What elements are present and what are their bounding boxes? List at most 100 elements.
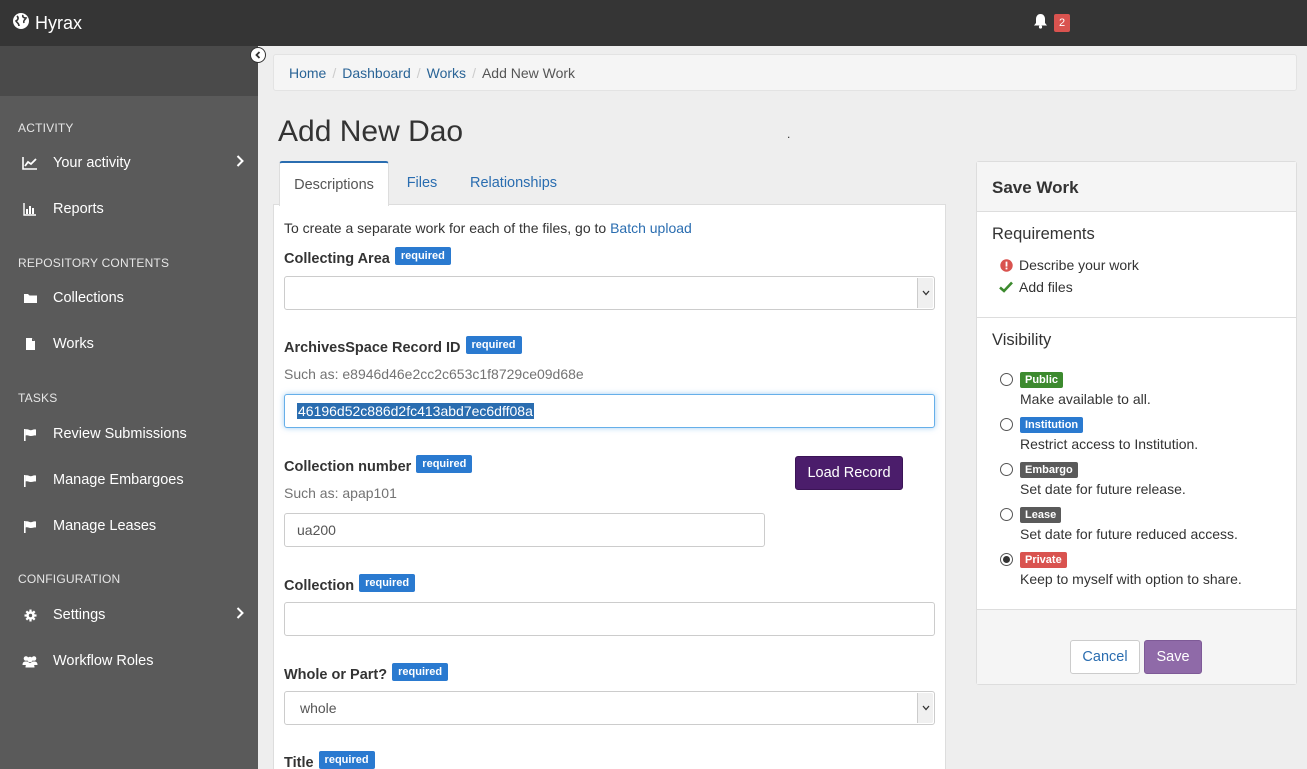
chevron-right-icon [236,155,244,171]
breadcrumb-dashboard[interactable]: Dashboard [342,65,411,81]
breadcrumb-current: Add New Work [481,64,576,81]
sidebar-item-workflow-roles[interactable]: Workflow Roles [0,641,258,681]
collection-number-help: Such as: apap101 [284,485,397,501]
sidebar-item-label: Collections [53,290,124,306]
gear-icon [22,607,38,623]
flag-icon [22,426,38,442]
title-label: Title required [284,751,375,769]
visibility-desc-private: Keep to myself with option to share. [1020,571,1242,587]
visibility-title: Visibility [992,331,1052,349]
archivesspace-id-help: Such as: e8946d46e2cc2c653c1f8729ce09d68… [284,366,584,382]
visibility-desc-embargo: Set date for future release. [1020,481,1186,497]
sidebar-item-label: Review Submissions [53,426,187,442]
breadcrumb: Home / Dashboard / Works / Add New Work [273,54,1297,91]
collecting-area-select[interactable] [284,276,935,310]
collection-label: Collection required [284,574,416,595]
visibility-radio-institution[interactable] [1000,418,1013,431]
selected-text: 46196d52c886d2fc413abd7ec6dff08a [297,403,534,419]
sidebar-item-label: Manage Embargoes [53,472,184,488]
sidebar-collapse-icon[interactable] [250,47,266,63]
sidebar-section-configuration: CONFIGURATION [18,572,121,586]
sidebar-item-label: Manage Leases [53,518,157,534]
required-badge: required [416,455,473,473]
tab-files[interactable]: Files [393,161,451,205]
chevron-down-icon [917,693,933,723]
users-icon [22,653,38,669]
visibility-radio-private[interactable] [1000,553,1013,566]
visibility-badge-lease: Lease [1020,507,1062,523]
chevron-right-icon [236,607,244,623]
required-badge: required [392,663,449,681]
chevron-down-icon [917,278,933,308]
batch-upload-link[interactable]: Batch upload [610,220,692,236]
visibility-radio-public[interactable] [1000,373,1013,386]
visibility-radio-lease[interactable] [1000,508,1013,521]
visibility-badge-private: Private [1020,552,1067,568]
flag-icon [22,472,38,488]
sidebar-header [0,46,258,96]
sidebar-section-repository-contents: REPOSITORY CONTENTS [18,256,170,270]
visibility-radio-embargo[interactable] [1000,463,1013,476]
sidebar-item-label: Settings [53,607,106,623]
sidebar-item-works[interactable]: Works [0,324,258,364]
breadcrumb-works[interactable]: Works [427,65,466,81]
folder-icon [22,290,38,306]
sidebar-item-label: Reports [53,201,104,217]
sidebar-item-settings[interactable]: Settings [0,595,258,635]
required-badge: required [318,751,375,769]
sidebar-item-manage-embargoes[interactable]: Manage Embargoes [0,460,258,500]
cancel-button[interactable]: Cancel [1070,640,1140,674]
collecting-area-label: Collecting Area required [284,247,451,268]
check-icon [999,281,1013,293]
top-navbar: Hyrax 2 [0,0,1307,46]
required-badge: required [465,336,522,354]
sidebar-item-label: Workflow Roles [53,653,154,669]
notification-count-badge[interactable]: 2 [1054,14,1071,32]
requirement-describe-work: Describe your work [999,257,1139,273]
collection-number-input[interactable]: ua200 [284,513,765,547]
breadcrumb-home[interactable]: Home [289,65,326,81]
archivesspace-id-input[interactable]: 46196d52c886d2fc413abd7ec6dff08a [284,394,935,428]
save-button[interactable]: Save [1144,640,1202,674]
requirements-title: Requirements [992,225,1095,243]
batch-upload-note: To create a separate work for each of th… [284,220,692,236]
tab-relationships[interactable]: Relationships [457,161,570,205]
brand-link[interactable]: Hyrax [12,12,82,35]
visibility-desc-institution: Restrict access to Institution. [1020,436,1199,452]
whole-or-part-label: Whole or Part? required [284,663,449,684]
visibility-desc-lease: Set date for future reduced access. [1020,526,1238,542]
visibility-badge-institution: Institution [1020,417,1084,433]
sidebar-item-collections[interactable]: Collections [0,278,258,318]
page-title: Add New Dao [278,115,464,148]
required-badge: required [394,247,451,265]
requirement-add-files: Add files [999,279,1073,295]
load-record-button[interactable]: Load Record [795,456,903,490]
globe-icon [12,12,35,35]
tab-descriptions[interactable]: Descriptions [279,161,389,206]
sidebar-item-manage-leases[interactable]: Manage Leases [0,506,258,546]
brand-name: Hyrax [35,13,83,33]
bar-chart-icon [22,201,38,217]
sidebar-section-tasks: TASKS [18,391,58,405]
archivesspace-id-label: ArchivesSpace Record ID required [284,336,522,357]
whole-or-part-select[interactable]: whole [284,691,935,725]
flag-icon [22,518,38,534]
line-chart-icon [22,155,38,171]
visibility-badge-public: Public [1020,372,1064,388]
sidebar-item-review-submissions[interactable]: Review Submissions [0,414,258,454]
stray-dot: . [787,127,791,141]
sidebar-section-activity: ACTIVITY [18,121,74,135]
sidebar-item-your-activity[interactable]: Your activity [0,143,258,183]
visibility-badge-embargo: Embargo [1020,462,1078,478]
save-work-title: Save Work [977,162,1296,212]
collection-input[interactable] [284,602,935,636]
divider [977,317,1296,318]
sidebar-item-label: Works [53,336,94,352]
visibility-desc-public: Make available to all. [1020,391,1151,407]
required-badge: required [359,574,416,592]
exclamation-circle-icon [999,258,1013,272]
sidebar-item-reports[interactable]: Reports [0,189,258,229]
bell-icon[interactable] [1033,13,1048,32]
sidebar-item-label: Your activity [53,155,131,171]
file-icon [22,336,38,352]
